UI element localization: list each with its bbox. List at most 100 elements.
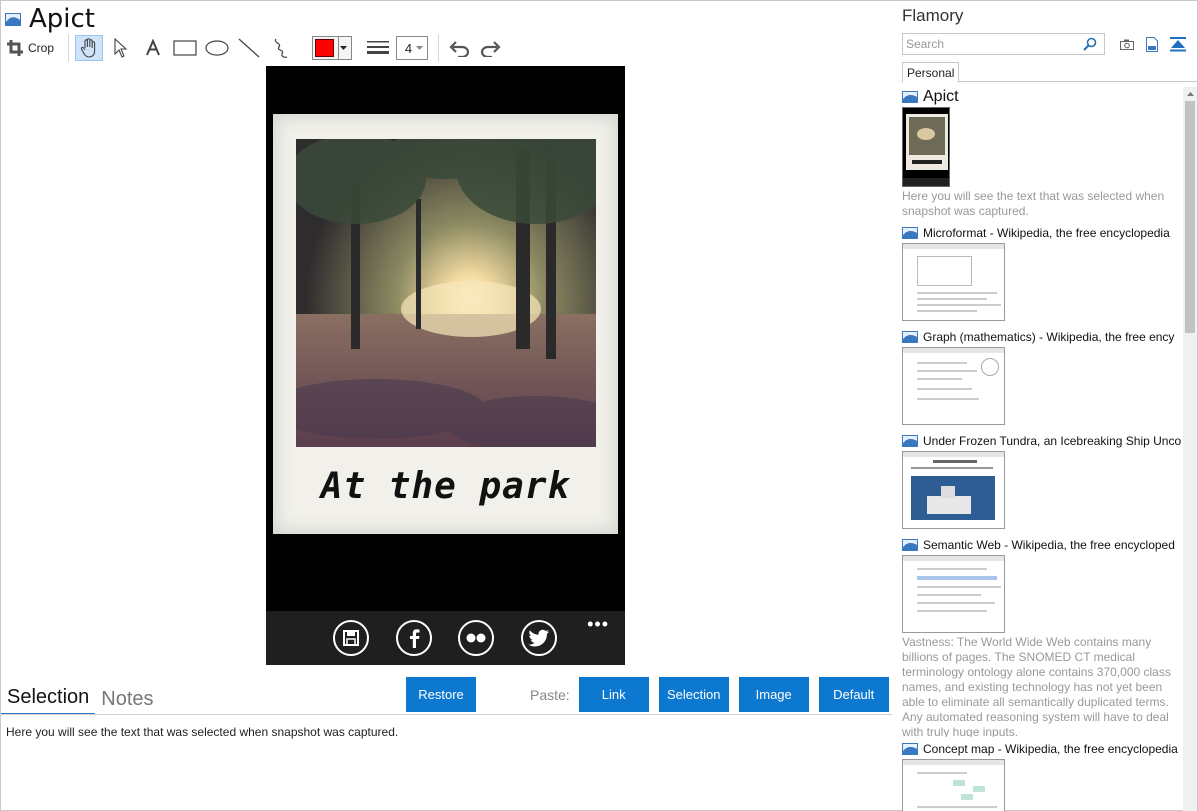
sidebar-scrollbar[interactable] — [1183, 87, 1197, 811]
line-icon — [238, 38, 260, 58]
editor-pane: Apict Crop 4 At the park ••• Selection N… — [1, 1, 894, 811]
phone-flickr-icon — [458, 620, 494, 656]
snapshot-list: Apict Here you will see the text that wa… — [902, 87, 1182, 811]
paste-label: Paste: — [530, 686, 570, 703]
list-item[interactable]: Apict Here you will see the text that wa… — [902, 89, 1182, 219]
crop-label: Crop — [28, 41, 55, 55]
bottom-actions: Restore Paste: Link Selection Image Defa… — [406, 677, 889, 712]
line-width-value: 4 — [404, 40, 413, 56]
hand-icon — [80, 38, 96, 58]
snapshot-canvas[interactable]: At the park ••• — [266, 66, 625, 665]
list-item-title: Graph (mathematics) - Wikipedia, the fre… — [923, 330, 1175, 344]
list-item-thumbnail — [902, 243, 1005, 321]
list-item-header: Apict — [902, 89, 1182, 105]
scrollbar-thumb[interactable] — [1185, 101, 1195, 333]
arrow-pointer-icon — [114, 38, 128, 58]
list-item[interactable]: Under Frozen Tundra, an Icebreaking Ship… — [902, 433, 1182, 529]
crop-button[interactable]: Crop — [7, 35, 58, 61]
camera-icon[interactable] — [1120, 39, 1134, 50]
app-logo-icon — [5, 12, 21, 26]
flamory-sidebar: Flamory Personal — [894, 1, 1198, 811]
rectangle-tool-button[interactable] — [171, 35, 199, 61]
line-tool-button[interactable] — [235, 35, 263, 61]
phone-facebook-icon — [396, 620, 432, 656]
chevron-down-icon — [337, 37, 349, 59]
divider — [1, 714, 892, 715]
list-item[interactable]: Concept map - Wikipedia, the free encycl… — [902, 741, 1182, 811]
app-header: Apict — [5, 3, 95, 35]
tab-selection[interactable]: Selection — [1, 686, 96, 715]
redo-icon — [480, 41, 501, 57]
page-icon — [902, 331, 918, 343]
tab-notes[interactable]: Notes — [95, 688, 159, 715]
color-swatch — [315, 39, 334, 57]
text-tool-button[interactable] — [139, 35, 167, 61]
freehand-tool-button[interactable] — [267, 35, 295, 61]
page-icon — [902, 539, 918, 551]
park-photo — [296, 139, 596, 447]
toolbar-separator — [68, 34, 70, 62]
document-icon[interactable] — [1146, 36, 1158, 52]
color-picker[interactable] — [312, 36, 353, 60]
redo-button[interactable] — [477, 35, 505, 61]
list-item-header: Semantic Web - Wikipedia, the free encyc… — [902, 537, 1182, 553]
selection-text[interactable]: Here you will see the text that was sele… — [6, 725, 398, 739]
phone-more-icon: ••• — [587, 614, 609, 634]
list-item-title: Concept map - Wikipedia, the free encycl… — [923, 742, 1178, 756]
notes-tabs: Selection Notes — [1, 681, 160, 715]
phone-save-icon — [333, 620, 369, 656]
page-icon — [902, 227, 918, 239]
page-icon — [902, 743, 918, 755]
rectangle-icon — [173, 40, 197, 56]
page-icon — [902, 435, 918, 447]
paste-default-button[interactable]: Default — [818, 677, 889, 712]
select-tool-button[interactable] — [107, 35, 135, 61]
collapse-icon[interactable] — [1170, 36, 1186, 52]
list-item[interactable]: Semantic Web - Wikipedia, the free encyc… — [902, 537, 1182, 737]
search-box — [902, 33, 1105, 55]
page-icon — [902, 91, 918, 103]
paste-link-button[interactable]: Link — [578, 677, 649, 712]
list-item[interactable]: Microformat - Wikipedia, the free encycl… — [902, 225, 1182, 321]
list-item[interactable]: Graph (mathematics) - Wikipedia, the fre… — [902, 329, 1182, 425]
tab-personal[interactable]: Personal — [902, 62, 960, 83]
list-item-description: Vastness: The World Wide Web contains ma… — [902, 635, 1171, 737]
restore-button[interactable]: Restore — [406, 677, 476, 712]
list-item-title: Semantic Web - Wikipedia, the free encyc… — [923, 538, 1175, 552]
list-item-thumbnail — [902, 759, 1005, 811]
list-item-thumbnail — [902, 347, 1005, 425]
sidebar-tabs: Personal — [902, 62, 1198, 83]
undo-icon — [449, 41, 470, 57]
paste-selection-button[interactable]: Selection — [658, 677, 729, 712]
list-item-description: Here you will see the text that was sele… — [902, 189, 1165, 218]
search-input[interactable] — [903, 34, 1083, 54]
text-icon — [146, 39, 160, 56]
line-width-button[interactable] — [364, 35, 392, 61]
list-item-header: Microformat - Wikipedia, the free encycl… — [902, 225, 1182, 241]
pan-tool-button[interactable] — [75, 35, 104, 61]
ellipse-tool-button[interactable] — [203, 35, 231, 61]
list-item-thumbnail — [902, 451, 1005, 529]
search-icon[interactable] — [1083, 37, 1097, 51]
list-item-title: Under Frozen Tundra, an Icebreaking Ship… — [923, 434, 1182, 448]
list-item-thumbnail — [902, 107, 950, 187]
line-width-icon — [367, 41, 390, 54]
undo-button[interactable] — [445, 35, 473, 61]
line-width-select[interactable]: 4 — [396, 36, 429, 60]
list-item-thumbnail — [902, 555, 1005, 633]
phone-twitter-icon — [521, 620, 557, 656]
crop-icon — [7, 40, 23, 56]
sidebar-title: Flamory — [902, 6, 964, 25]
chevron-down-icon — [416, 46, 424, 50]
freehand-icon — [274, 38, 288, 58]
app-title: Apict — [29, 4, 96, 34]
polaroid-caption: At the park — [320, 466, 571, 507]
scroll-up-icon[interactable] — [1183, 87, 1197, 101]
paste-image-button[interactable]: Image — [738, 677, 809, 712]
ellipse-icon — [205, 40, 229, 56]
list-item-header: Under Frozen Tundra, an Icebreaking Ship… — [902, 433, 1182, 449]
list-item-header: Graph (mathematics) - Wikipedia, the fre… — [902, 329, 1182, 345]
drawing-toolbar: Crop 4 — [7, 34, 509, 62]
toolbar-separator — [438, 34, 440, 62]
